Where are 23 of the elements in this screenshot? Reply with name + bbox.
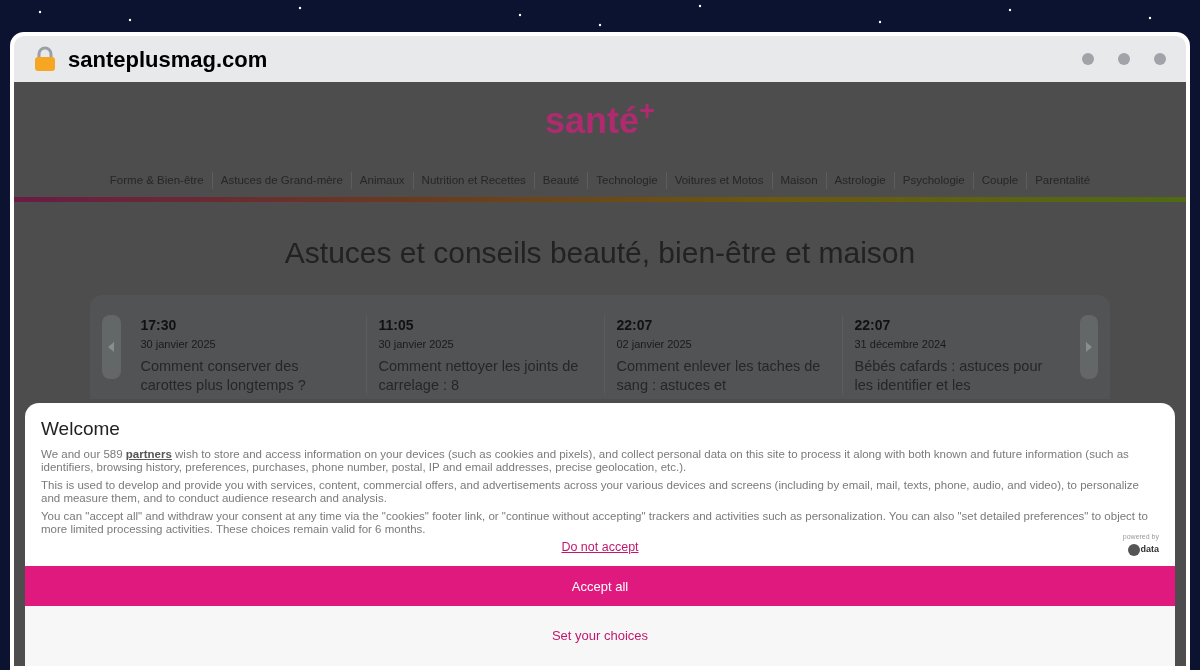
provider-logo-icon bbox=[1128, 543, 1141, 556]
article-date: 30 janvier 2025 bbox=[378, 337, 455, 353]
address-text[interactable]: santeplusmag.com bbox=[68, 42, 268, 76]
set-choices-button[interactable]: Set your choices bbox=[25, 606, 1175, 666]
lock-icon bbox=[34, 46, 56, 72]
chevron-left-icon bbox=[108, 342, 115, 353]
next-button[interactable] bbox=[1079, 315, 1098, 380]
consent-paragraph: You can "accept all" and withdraw your consent at any time via the "cookies" footer link, or "continue without accepting" trackers and activities such as personalization. You can also "set detailed preferences" to object to more limited processing activities. These choices remain valid for 6 months. bbox=[41, 510, 1148, 536]
consent-paragraph: This is used to develop and provide you with services, content, commercial offers, and advertisements across your various devices and screens (including by email, mail, texts, phone, audio, and video), to personalize and measure them, and to conduct audience research and analysis. bbox=[41, 479, 1140, 506]
article-time: 17:30 bbox=[140, 316, 178, 336]
chevron-right-icon bbox=[1085, 342, 1092, 353]
dialog-title: Welcome bbox=[41, 416, 121, 441]
article-date: 30 janvier 2025 bbox=[140, 337, 217, 353]
do-not-accept-link[interactable]: Do not accept bbox=[561, 537, 639, 557]
consent-paragraph: We and our 589 partners wish to store and access information on your devices (such as cookies and pixels), and collect personal data on this site to process it along with both known and future information (such as identifiers, browsing history, preferences, purchases, phone number, postal, IP and email addresses, precise geolocation, etc.). bbox=[41, 448, 1130, 475]
article-time: 11:05 bbox=[378, 316, 415, 336]
provider-logo-text: data bbox=[1140, 542, 1159, 556]
article-time: 22:07 bbox=[616, 316, 654, 336]
previous-button[interactable] bbox=[102, 315, 121, 380]
article-time: 22:07 bbox=[854, 316, 892, 336]
article-date: 31 décembre 2024 bbox=[854, 337, 948, 353]
site-logo[interactable]: santé$^{+}$ bbox=[545, 94, 655, 148]
accept-all-button[interactable]: Accept all bbox=[25, 566, 1175, 607]
